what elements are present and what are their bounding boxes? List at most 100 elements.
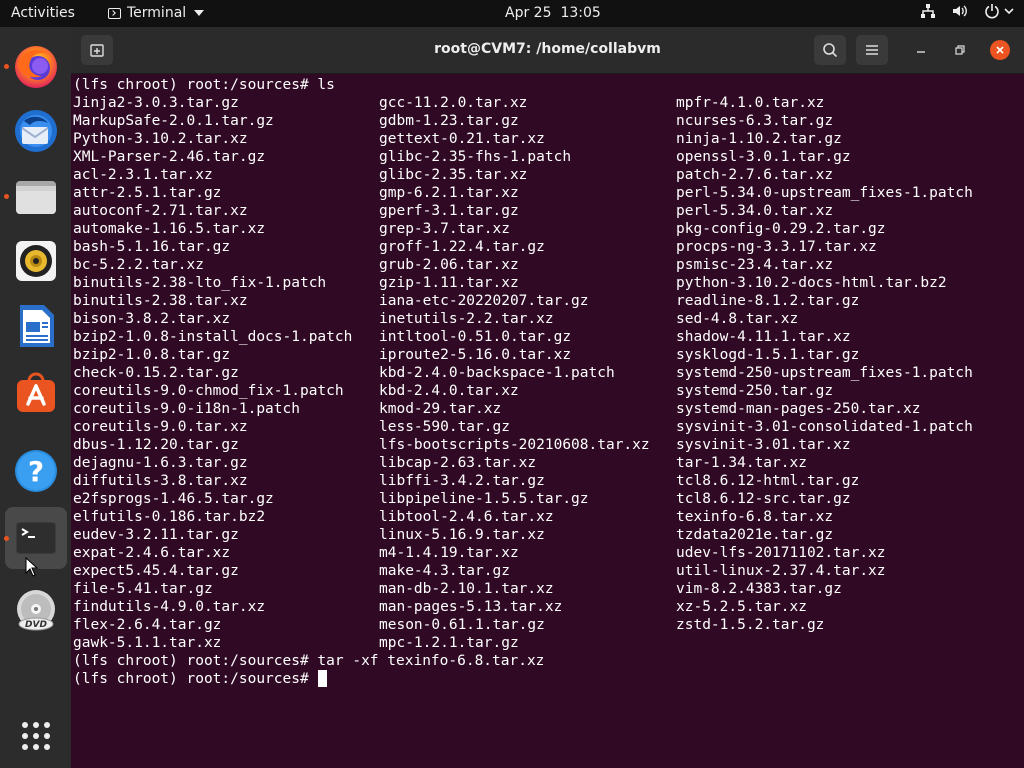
dock-item-thunderbird[interactable] <box>5 100 67 162</box>
dock-item-libreoffice-writer[interactable] <box>5 295 67 357</box>
file-entry: eudev-3.2.11.tar.gz <box>73 527 239 543</box>
system-tray[interactable] <box>920 3 1014 19</box>
writer-icon <box>20 305 54 347</box>
file-entry: iproute2-5.16.0.tar.xz <box>379 347 572 363</box>
file-entry: ninja-1.10.2.tar.gz <box>676 131 842 147</box>
file-entry: lfs-bootscripts-20210608.tar.xz <box>379 437 650 453</box>
file-entry: systemd-250-upstream_fixes-1.patch <box>676 365 973 381</box>
activities-button[interactable]: Activities <box>11 5 75 21</box>
thunderbird-icon <box>15 110 57 152</box>
file-entry: xz-5.2.5.tar.xz <box>676 599 807 615</box>
file-entry: openssl-3.0.1.tar.gz <box>676 149 851 165</box>
clock-date: Apr 25 <box>505 5 552 21</box>
file-entry: gcc-11.2.0.tar.xz <box>379 95 528 111</box>
listing-column-2: gcc-11.2.0.tar.xz gdbm-1.23.tar.gz gettext… <box>379 94 650 652</box>
file-entry: ncurses-6.3.tar.gz <box>676 113 834 129</box>
file-entry: systemd-250.tar.gz <box>676 383 834 399</box>
file-entry: libpipeline-1.5.5.tar.gz <box>379 491 589 507</box>
file-entry: sysklogd-1.5.1.tar.gz <box>676 347 860 363</box>
file-entry: elfutils-0.186.tar.bz2 <box>73 509 266 525</box>
show-applications-button[interactable] <box>5 705 67 767</box>
file-entry: readline-8.1.2.tar.gz <box>676 293 860 309</box>
file-entry: MarkupSafe-2.0.1.tar.gz <box>73 113 274 129</box>
files-icon <box>16 181 56 214</box>
file-entry: iana-etc-20220207.tar.gz <box>379 293 589 309</box>
close-button[interactable] <box>990 40 1010 60</box>
file-entry: gettext-0.21.tar.xz <box>379 131 545 147</box>
file-entry: pkg-config-0.29.2.tar.gz <box>676 221 886 237</box>
minimize-button[interactable] <box>911 40 931 60</box>
file-entry: man-db-2.10.1.tar.xz <box>379 581 554 597</box>
dock-item-rhythmbox[interactable] <box>5 230 67 292</box>
dock-item-ubuntu-software[interactable] <box>5 360 67 422</box>
file-entry: tar-1.34.tar.xz <box>676 455 807 471</box>
svg-text:DVD: DVD <box>25 620 47 630</box>
file-entry: automake-1.16.5.tar.xz <box>73 221 266 237</box>
dock-item-files[interactable] <box>4 165 67 227</box>
file-entry: kbd-2.4.0-backspace-1.patch <box>379 365 615 381</box>
file-entry: less-590.tar.gz <box>379 419 510 435</box>
rhythmbox-icon <box>16 241 56 281</box>
file-entry: bison-3.8.2.tar.xz <box>73 311 231 327</box>
file-entry: bash-5.1.16.tar.gz <box>73 239 231 255</box>
file-entry: coreutils-9.0.tar.xz <box>73 419 248 435</box>
listing-column-3: mpfr-4.1.0.tar.xz ncurses-6.3.tar.gz ninja… <box>676 94 973 634</box>
file-entry: gzip-1.11.tar.xz <box>379 275 519 291</box>
command-line: (lfs chroot) root:/sources# ls <box>73 77 335 93</box>
top-bar: Activities Terminal Apr 25 13:05 <box>0 0 1024 27</box>
file-entry: systemd-man-pages-250.tar.xz <box>676 401 921 417</box>
dock-item-help[interactable]: ? <box>5 440 67 502</box>
terminal-window: root@CVM7: /home/collabvm (lfs chroot) r… <box>71 27 1024 768</box>
volume-icon[interactable] <box>952 3 968 19</box>
dock-item-firefox[interactable] <box>4 35 67 97</box>
file-entry: psmisc-23.4.tar.xz <box>676 257 834 273</box>
running-indicator <box>4 536 9 541</box>
file-entry: e2fsprogs-1.46.5.tar.gz <box>73 491 274 507</box>
file-entry: make-4.3.tar.gz <box>379 563 510 579</box>
power-icon[interactable] <box>984 3 1014 19</box>
close-icon <box>996 46 1004 54</box>
file-entry: acl-2.3.1.tar.xz <box>73 167 213 183</box>
menu-button[interactable] <box>856 35 888 65</box>
maximize-button[interactable] <box>950 40 970 60</box>
dock-item-dvd[interactable]: DVD <box>5 580 67 642</box>
file-entry: zstd-1.5.2.tar.gz <box>676 617 825 633</box>
file-entry: texinfo-6.8.tar.xz <box>676 509 834 525</box>
svg-text:?: ? <box>28 455 44 488</box>
clock[interactable]: Apr 25 13:05 <box>505 5 601 21</box>
file-entry: procps-ng-3.3.17.tar.xz <box>676 239 877 255</box>
running-indicator <box>4 194 9 199</box>
file-entry: groff-1.22.4.tar.gz <box>379 239 545 255</box>
file-entry: Python-3.10.2.tar.xz <box>73 131 248 147</box>
file-entry: check-0.15.2.tar.gz <box>73 365 239 381</box>
running-indicator <box>4 64 9 69</box>
file-entry: sed-4.8.tar.xz <box>676 311 799 327</box>
file-entry: coreutils-9.0-chmod_fix-1.patch <box>73 383 344 399</box>
file-entry: gperf-3.1.tar.gz <box>379 203 519 219</box>
command-line: (lfs chroot) root:/sources# tar -xf texi… <box>73 653 545 669</box>
file-entry: patch-2.7.6.tar.xz <box>676 167 834 183</box>
file-entry: dejagnu-1.6.3.tar.gz <box>73 455 248 471</box>
terminal-output[interactable]: (lfs chroot) root:/sources# ls Jinja2-3.… <box>71 74 1024 768</box>
file-entry: diffutils-3.8.tar.xz <box>73 473 248 489</box>
app-menu[interactable]: Terminal <box>108 5 205 21</box>
file-entry: sysvinit-3.01.tar.xz <box>676 437 851 453</box>
header-bar[interactable]: root@CVM7: /home/collabvm <box>71 27 1024 74</box>
network-icon[interactable] <box>920 3 936 19</box>
firefox-icon <box>15 46 57 88</box>
file-entry: bc-5.2.2.tar.xz <box>73 257 204 273</box>
file-entry: bzip2-1.0.8.tar.gz <box>73 347 231 363</box>
text-cursor <box>318 670 328 687</box>
file-entry: libffi-3.4.2.tar.gz <box>379 473 545 489</box>
search-button[interactable] <box>814 35 846 65</box>
hamburger-menu-icon <box>866 45 878 55</box>
dvd-icon: DVD <box>17 590 55 631</box>
file-entry: perl-5.34.0.tar.xz <box>676 203 834 219</box>
prompt-line[interactable]: (lfs chroot) root:/sources# <box>73 670 328 688</box>
app-menu-label: Terminal <box>127 5 187 21</box>
chevron-down-icon <box>1004 8 1014 15</box>
file-entry: grub-2.06.tar.xz <box>379 257 519 273</box>
file-entry: meson-0.61.1.tar.gz <box>379 617 545 633</box>
file-entry: python-3.10.2-docs-html.tar.bz2 <box>676 275 947 291</box>
file-entry: intltool-0.51.0.tar.gz <box>379 329 572 345</box>
